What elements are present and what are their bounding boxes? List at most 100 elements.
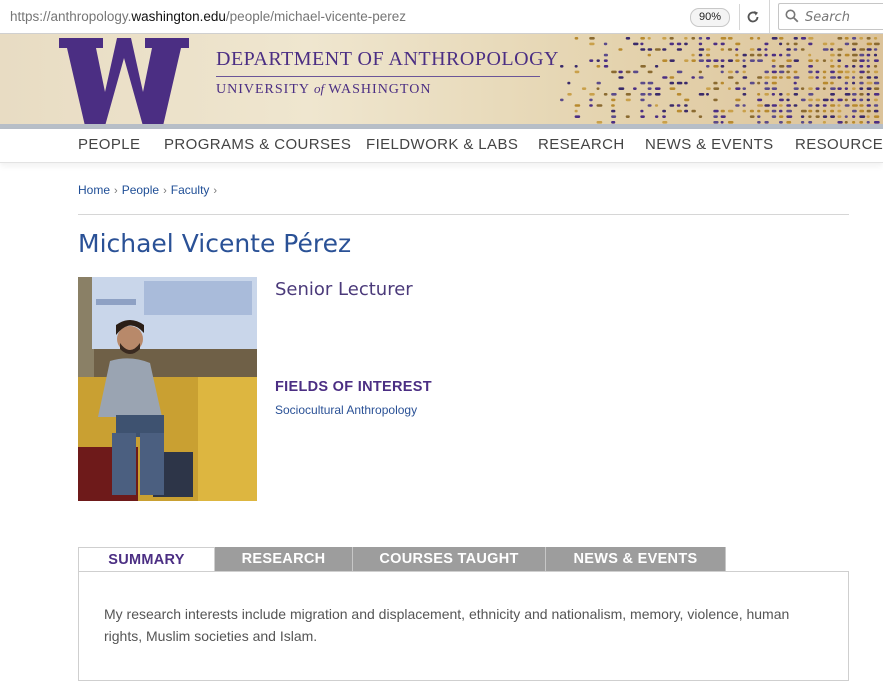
pattern-dot [837,104,841,107]
pattern-dot [749,53,755,57]
breadcrumb-home[interactable]: Home [78,183,110,197]
pattern-dot [786,48,791,51]
pattern-dot [786,109,792,113]
pattern-dot [873,42,880,46]
tab-news-events[interactable]: NEWS & EVENTS [546,547,726,572]
pattern-dot [676,109,682,113]
zoom-indicator[interactable]: 90% [690,8,730,27]
department-title[interactable]: DEPARTMENT OF ANTHROPOLOGY [216,48,559,71]
divider [78,214,849,215]
pattern-dot [757,59,763,62]
pattern-dot [662,115,666,118]
nav-item-resources[interactable]: RESOURCES [795,136,883,153]
pattern-dot [830,42,835,46]
pattern-dot [793,48,798,51]
pattern-dot [837,115,842,118]
breadcrumb: Home › People › Faculty › [78,183,221,197]
pattern-dot [574,109,578,113]
breadcrumb-people[interactable]: People [122,183,159,197]
pattern-dot [779,37,784,40]
pattern-dot [574,65,578,68]
pattern-dot [727,76,734,79]
pattern-dot [873,115,880,118]
university-name[interactable]: UNIVERSITY of WASHINGTON [216,81,431,98]
breadcrumb-separator: › [213,185,218,197]
pattern-dot [779,42,783,46]
nav-item-people[interactable]: PEOPLE [78,136,140,153]
pattern-dot [618,70,623,74]
tab-summary[interactable]: SUMMARY [78,547,215,573]
pattern-dot [611,109,616,113]
nav-item-fieldwork-labs[interactable]: FIELDWORK & LABS [366,136,518,153]
tab-research[interactable]: RESEARCH [215,547,353,572]
pattern-dot [779,65,785,68]
pattern-dot [830,59,834,62]
pattern-dot [779,93,783,96]
pattern-dot [720,70,724,74]
pattern-dot [837,87,842,90]
pattern-dot [720,48,725,51]
pattern-dot [822,109,827,113]
pattern-dot [676,42,682,46]
pattern-dot [837,48,843,51]
pattern-dot [873,65,878,68]
pattern-dot [859,76,863,79]
reload-button[interactable] [739,4,766,30]
pattern-dot [713,65,719,68]
breadcrumb-faculty[interactable]: Faculty [171,183,210,197]
pattern-dot [822,59,827,62]
pattern-dot [779,76,783,79]
pattern-dot [742,104,746,107]
pattern-dot [830,81,834,85]
pattern-dot [654,93,661,96]
pattern-dot [808,42,813,46]
pattern-dot [640,115,645,118]
pattern-dot [852,81,856,85]
pattern-dot [640,65,646,68]
pattern-dot [698,59,704,62]
url-host: washington.edu [131,9,226,24]
pattern-dot [654,104,659,107]
pattern-dot [706,87,711,90]
pattern-dot [852,42,858,46]
pattern-dot [815,115,820,118]
pattern-dot [837,109,842,113]
pattern-dot [852,53,858,57]
pattern-dot [647,104,652,107]
pattern-dot [786,115,793,118]
pattern-dot [589,98,593,102]
pattern-dot [611,98,616,102]
pattern-dot [771,59,776,62]
pattern-dot [866,109,871,113]
pattern-dot [735,53,739,57]
url-prefix: https://anthropology. [10,9,132,24]
pattern-dot [837,70,844,74]
tab-courses-taught[interactable]: COURSES TAUGHT [353,547,546,572]
pattern-dot [873,87,880,90]
pattern-dot [727,87,731,90]
nav-item-news-events[interactable]: NEWS & EVENTS [645,136,774,153]
pattern-dot [859,53,865,57]
browser-search-box[interactable] [778,3,883,30]
decorative-pattern [560,37,880,124]
nav-item-programs-courses[interactable]: PROGRAMS & COURSES [164,136,351,153]
pattern-dot [727,109,734,113]
address-bar[interactable]: https://anthropology.washington.edu/peop… [0,0,770,33]
pattern-dot [713,81,718,85]
pattern-dot [684,109,689,113]
pattern-dot [691,109,696,113]
pattern-dot [793,87,799,90]
pattern-dot [706,93,709,96]
uw-w-logo[interactable] [59,38,189,126]
pattern-dot [815,98,821,102]
pattern-dot [866,59,870,62]
pattern-dot [822,81,829,85]
pattern-dot [727,70,733,74]
pattern-dot [684,37,688,40]
field-of-interest-link[interactable]: Sociocultural Anthropology [275,403,417,417]
pattern-dot [779,109,783,113]
pattern-dot [822,104,827,107]
nav-item-research[interactable]: RESEARCH [538,136,625,153]
browser-search-input[interactable] [803,7,883,28]
pattern-dot [852,87,856,90]
